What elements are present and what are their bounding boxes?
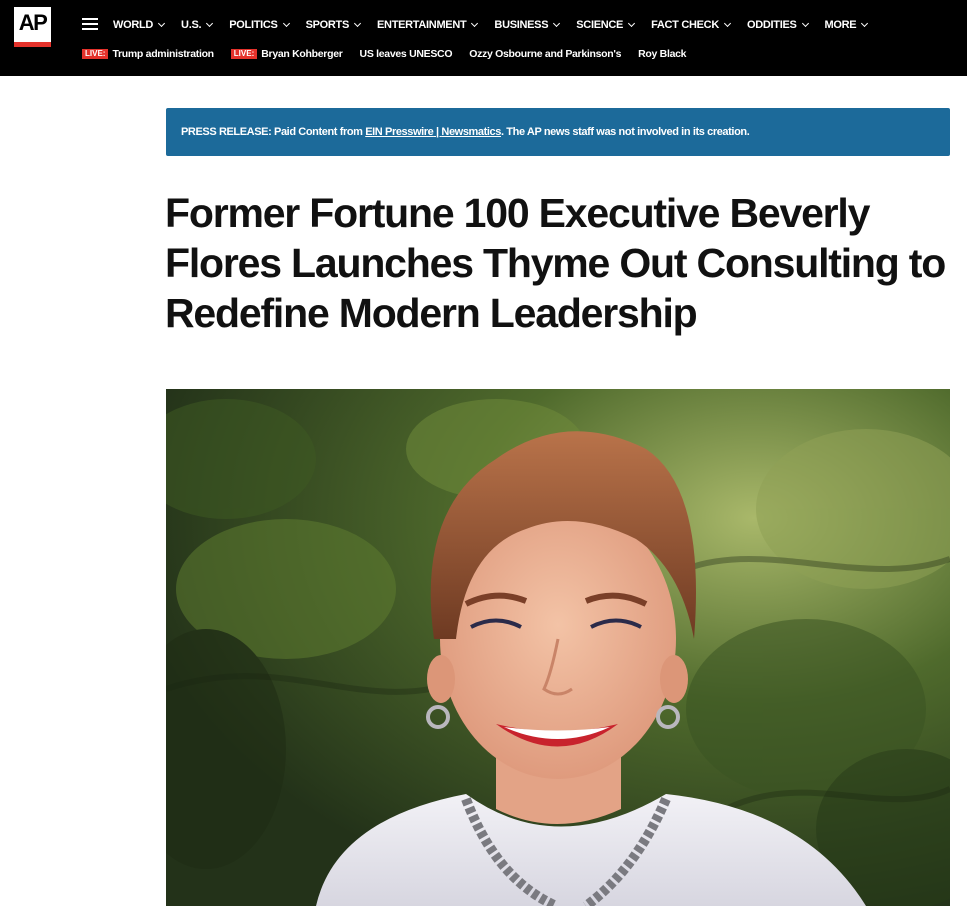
trending-label: Roy Black <box>638 48 687 60</box>
press-release-banner: PRESS RELEASE: Paid Content from EIN Pre… <box>166 108 950 156</box>
nav-item-entertainment[interactable]: ENTERTAINMENT <box>377 17 479 33</box>
trending-label: Trump administration <box>112 48 214 60</box>
nav-label: U.S. <box>181 19 202 31</box>
hero-image[interactable] <box>166 389 950 906</box>
trending-item-bryan-kohberger[interactable]: LIVE: Bryan Kohberger <box>230 47 343 61</box>
nav-label: WORLD <box>113 19 154 31</box>
nav-item-politics[interactable]: POLITICS <box>229 17 290 33</box>
chevron-down-icon <box>158 19 166 28</box>
nav-label: ENTERTAINMENT <box>377 19 467 31</box>
portrait-photo <box>166 389 950 906</box>
trending-item-us-leaves-unesco[interactable]: US leaves UNESCO <box>360 47 453 61</box>
chevron-down-icon <box>628 19 636 28</box>
hamburger-menu-icon[interactable] <box>82 18 100 30</box>
nav-label: SPORTS <box>305 19 350 31</box>
article-headline: Former Fortune 100 Executive Beverly Flo… <box>165 190 946 336</box>
press-release-text: PRESS RELEASE: Paid Content from EIN Pre… <box>181 125 750 139</box>
nav-label: MORE <box>824 19 857 31</box>
main-nav: WORLD U.S. POLITICS SPORTS ENTERTAINMENT… <box>113 17 884 33</box>
logo-text: AP <box>18 10 48 35</box>
live-badge: LIVE: <box>230 49 258 59</box>
press-release-suffix: . The AP news staff was not involved in … <box>501 126 750 138</box>
chevron-down-icon <box>206 19 214 28</box>
newsmatics-link[interactable]: Newsmatics <box>441 126 501 138</box>
logo-accent-bar <box>14 42 51 47</box>
trending-item-trump-administration[interactable]: LIVE: Trump administration <box>82 47 214 61</box>
nav-label: ODDITIES <box>746 19 797 31</box>
nav-item-business[interactable]: BUSINESS <box>494 17 561 33</box>
site-header: AP WORLD U.S. POLITICS SPORTS ENTERTAINM… <box>0 0 967 76</box>
live-badge: LIVE: <box>82 49 109 59</box>
nav-item-us[interactable]: U.S. <box>181 17 214 33</box>
trending-item-ozzy-osbourne[interactable]: Ozzy Osbourne and Parkinson's <box>469 47 621 61</box>
nav-item-world[interactable]: WORLD <box>113 17 166 33</box>
trending-item-roy-black[interactable]: Roy Black <box>638 47 686 61</box>
chevron-down-icon <box>723 19 732 28</box>
press-release-prefix: PRESS RELEASE: Paid Content from <box>181 126 366 138</box>
nav-label: POLITICS <box>229 19 278 31</box>
nav-label: FACT CHECK <box>651 19 719 31</box>
trending-label: US leaves UNESCO <box>359 48 453 60</box>
nav-item-fact-check[interactable]: FACT CHECK <box>651 17 732 33</box>
ein-presswire-link[interactable]: EIN Presswire <box>365 126 434 138</box>
chevron-down-icon <box>282 19 290 28</box>
nav-label: BUSINESS <box>494 19 549 31</box>
chevron-down-icon <box>553 19 561 28</box>
chevron-down-icon <box>353 19 362 28</box>
nav-label: SCIENCE <box>576 19 624 31</box>
nav-item-more[interactable]: MORE <box>824 17 869 33</box>
nav-item-science[interactable]: SCIENCE <box>576 17 636 33</box>
chevron-down-icon <box>861 19 869 28</box>
nav-item-sports[interactable]: SPORTS <box>305 17 362 33</box>
chevron-down-icon <box>801 19 809 28</box>
chevron-down-icon <box>471 19 479 28</box>
trending-bar: LIVE: Trump administration LIVE: Bryan K… <box>82 47 703 61</box>
trending-label: Ozzy Osbourne and Parkinson's <box>469 48 622 60</box>
nav-item-oddities[interactable]: ODDITIES <box>746 17 809 33</box>
trending-label: Bryan Kohberger <box>261 48 343 60</box>
ap-logo[interactable]: AP <box>14 7 51 47</box>
